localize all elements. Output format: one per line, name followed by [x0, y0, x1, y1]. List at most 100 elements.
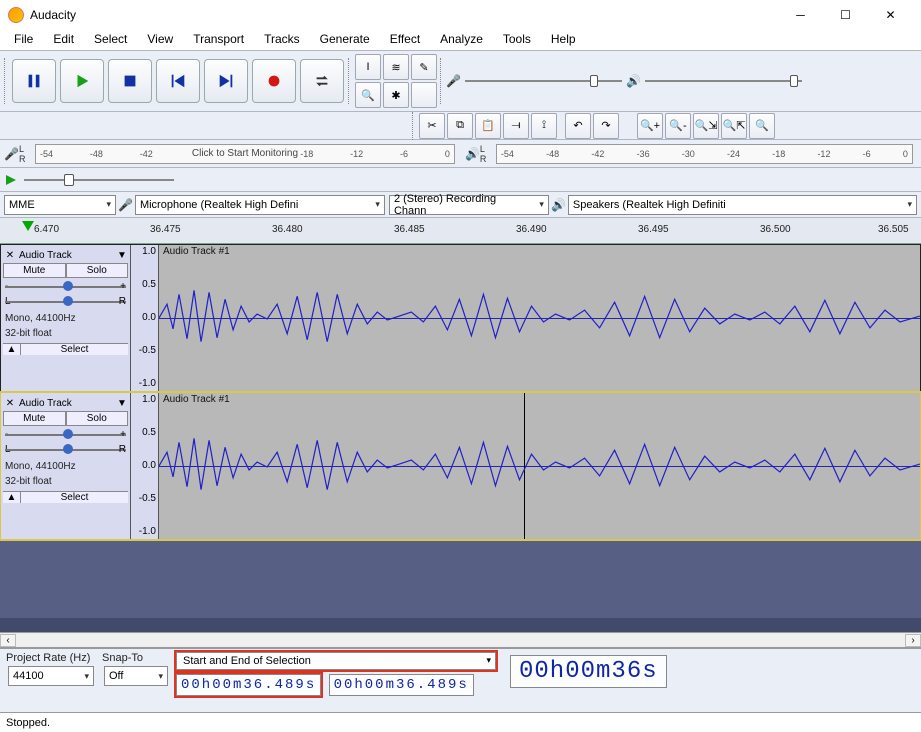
playback-meter-icon — [465, 147, 480, 161]
menu-tracks[interactable]: Tracks — [254, 30, 310, 50]
redo-icon[interactable]: ↷ — [593, 113, 619, 139]
collapse-button[interactable]: ▲ — [3, 492, 21, 503]
play-button[interactable] — [60, 59, 104, 103]
amplitude-scale: 1.00.50.0-0.5-1.0 — [131, 245, 159, 391]
title-bar: Audacity ─ ☐ ✕ — [0, 0, 921, 30]
menu-generate[interactable]: Generate — [310, 30, 380, 50]
menu-view[interactable]: View — [137, 30, 183, 50]
menu-analyze[interactable]: Analyze — [430, 30, 493, 50]
waveform[interactable]: Audio Track #1 — [159, 245, 920, 391]
selection-end-time[interactable]: 00h00m36.489s — [329, 674, 474, 696]
timeshift-tool-icon[interactable]: ✱ — [383, 82, 409, 108]
h-scrollbar[interactable]: ‹ › — [0, 632, 921, 648]
record-button[interactable] — [252, 59, 296, 103]
rec-level-slider[interactable] — [590, 75, 598, 87]
play-speed-slider[interactable] — [24, 179, 174, 181]
transport-toolbar: I ≋ ✎ 🔍 ✱ — [0, 50, 921, 112]
loop-button[interactable] — [300, 59, 344, 103]
selection-toolbar: Project Rate (Hz) 44100 Snap-To Off Star… — [0, 648, 921, 712]
rec-channels-combo[interactable]: 2 (Stereo) Recording Chann — [389, 195, 549, 215]
track-close-button[interactable]: ✕ — [3, 250, 17, 261]
silence-icon[interactable]: ⟟ — [531, 113, 557, 139]
collapse-button[interactable]: ▲ — [3, 344, 21, 355]
selection-mode-combo[interactable]: Start and End of Selection — [176, 652, 496, 670]
audio-host-combo[interactable]: MME — [4, 195, 116, 215]
track-close-button[interactable]: ✕ — [3, 398, 17, 409]
selection-start-time[interactable]: 00h00m36.489s — [176, 674, 321, 696]
pause-button[interactable] — [12, 59, 56, 103]
track-menu-icon[interactable]: ▼ — [116, 398, 128, 409]
menu-effect[interactable]: Effect — [380, 30, 430, 50]
trim-icon[interactable]: ⟞ — [503, 113, 529, 139]
skip-start-button[interactable] — [156, 59, 200, 103]
menu-transport[interactable]: Transport — [183, 30, 254, 50]
app-logo — [8, 7, 24, 23]
zoom-in-icon[interactable]: 🔍+ — [637, 113, 663, 139]
track-name[interactable]: Audio Track — [17, 250, 116, 261]
play-at-speed — [0, 168, 921, 192]
play-device-combo[interactable]: Speakers (Realtek High Definiti — [568, 195, 917, 215]
cut-icon[interactable]: ✂ — [419, 113, 445, 139]
solo-button[interactable]: Solo — [66, 263, 129, 278]
track-menu-icon[interactable]: ▼ — [116, 250, 128, 261]
maximize-button[interactable]: ☐ — [823, 1, 868, 29]
menu-bar: File Edit Select View Transport Tracks G… — [0, 30, 921, 50]
track-control-panel[interactable]: ✕ Audio Track ▼ Mute Solo -+ LR Mono, 44… — [1, 245, 131, 391]
select-button[interactable]: Select — [21, 344, 128, 355]
envelope-tool-icon[interactable]: ≋ — [383, 54, 409, 80]
audio-position[interactable]: 00h00m36s — [510, 655, 667, 688]
select-button[interactable]: Select — [21, 492, 128, 503]
paste-icon[interactable]: 📋 — [475, 113, 501, 139]
amplitude-scale: 1.00.50.0-0.5-1.0 — [131, 393, 159, 539]
timeline-ruler[interactable]: 6.470 36.475 36.480 36.485 36.490 36.495… — [0, 218, 921, 244]
track-1[interactable]: ✕ Audio Track ▼ Mute Solo -+ LR Mono, 44… — [0, 244, 921, 392]
track-name[interactable]: Audio Track — [17, 398, 116, 409]
skip-end-button[interactable] — [204, 59, 248, 103]
zoom-toggle-icon[interactable]: 🔍 — [749, 113, 775, 139]
copy-icon[interactable]: ⧉ — [447, 113, 473, 139]
playhead-icon[interactable] — [22, 221, 34, 231]
track-control-panel[interactable]: ✕ Audio Track ▼ Mute Solo -+ LR Mono, 44… — [1, 393, 131, 539]
menu-help[interactable]: Help — [541, 30, 586, 50]
record-meter[interactable]: LR Click to Start Monitoring -54-48-42 -… — [0, 140, 921, 168]
minimize-button[interactable]: ─ — [778, 1, 823, 29]
menu-edit[interactable]: Edit — [43, 30, 84, 50]
menu-select[interactable]: Select — [84, 30, 137, 50]
scroll-right-icon[interactable]: › — [905, 634, 921, 647]
gain-slider[interactable]: -+ — [5, 281, 126, 293]
pan-slider[interactable]: LR — [5, 444, 126, 456]
menu-file[interactable]: File — [4, 30, 43, 50]
zoom-tool-icon[interactable]: 🔍 — [355, 82, 381, 108]
menu-tools[interactable]: Tools — [493, 30, 541, 50]
mute-button[interactable]: Mute — [3, 263, 66, 278]
track-2[interactable]: ✕ Audio Track ▼ Mute Solo -+ LR Mono, 44… — [0, 392, 921, 540]
rec-device-combo[interactable]: Microphone (Realtek High Defini — [135, 195, 385, 215]
solo-button[interactable]: Solo — [66, 411, 129, 426]
undo-icon[interactable]: ↶ — [565, 113, 591, 139]
play-level-slider[interactable] — [790, 75, 798, 87]
multi-tool-icon[interactable] — [411, 82, 437, 108]
zoom-fit-icon[interactable]: 🔍⇱ — [721, 113, 747, 139]
selection-tool-icon[interactable]: I — [355, 54, 381, 80]
play-at-speed-icon[interactable] — [4, 173, 18, 187]
pan-slider[interactable]: LR — [5, 296, 126, 308]
stop-button[interactable] — [108, 59, 152, 103]
snap-to-label: Snap-To — [102, 652, 170, 664]
zoom-sel-icon[interactable]: 🔍⇲ — [693, 113, 719, 139]
playback-meter[interactable]: -54-48-42 -36-30-24 -18-12-60 — [496, 144, 913, 164]
status-text: Stopped. — [6, 717, 50, 729]
waveform[interactable]: Audio Track #1 — [159, 393, 920, 539]
close-button[interactable]: ✕ — [868, 1, 913, 29]
mute-button[interactable]: Mute — [3, 411, 66, 426]
project-rate-combo[interactable]: 44100 — [8, 666, 94, 686]
scroll-left-icon[interactable]: ‹ — [0, 634, 16, 647]
snap-to-combo[interactable]: Off — [104, 666, 168, 686]
clip-label: Audio Track #1 — [163, 246, 230, 257]
mic-meter-icon — [4, 147, 19, 161]
gain-slider[interactable]: -+ — [5, 429, 126, 441]
draw-tool-icon[interactable]: ✎ — [411, 54, 437, 80]
tracks-area: ✕ Audio Track ▼ Mute Solo -+ LR Mono, 44… — [0, 244, 921, 632]
rec-device-icon — [118, 198, 133, 212]
status-bar: Stopped. — [0, 712, 921, 732]
zoom-out-icon[interactable]: 🔍- — [665, 113, 691, 139]
